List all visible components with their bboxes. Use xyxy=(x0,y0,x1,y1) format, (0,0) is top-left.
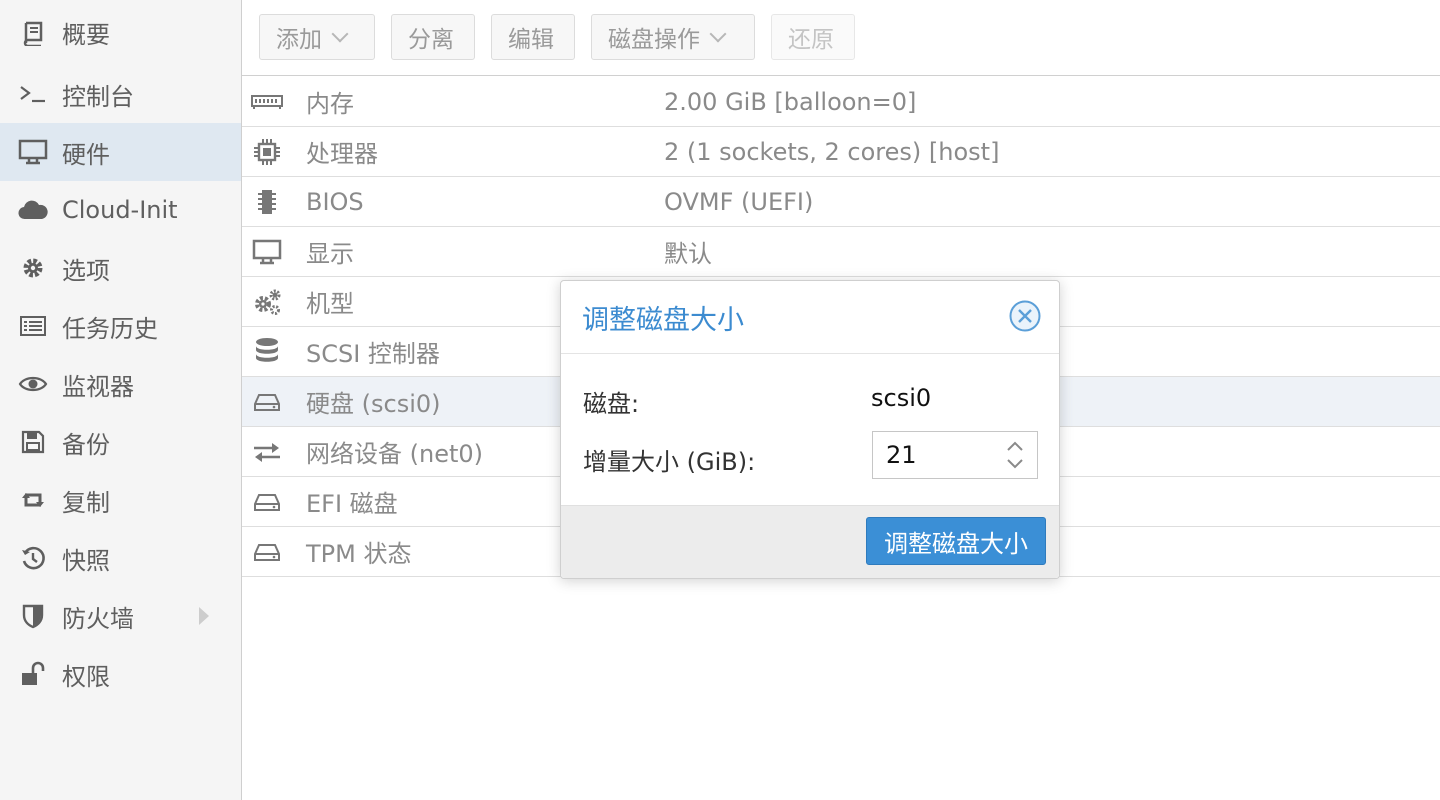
spinner-icon[interactable] xyxy=(1005,438,1025,472)
sidebar-item-summary[interactable]: 概要 xyxy=(0,0,241,65)
dialog-title: 调整磁盘大小 xyxy=(582,305,744,336)
sidebar-item-label: 权限 xyxy=(62,662,110,691)
sidebar: 概要 控制台 硬件 Cloud-Init 选项 任务历史 监视器 备份 复制 快… xyxy=(0,0,242,800)
increment-size-label: 增量大小 (GiB): xyxy=(583,448,756,476)
sidebar-item-label: 硬件 xyxy=(62,140,110,169)
sidebar-item-options[interactable]: 选项 xyxy=(0,239,241,297)
add-button-label: 添加 xyxy=(276,27,322,53)
eye-icon xyxy=(16,374,50,394)
chevron-down-icon xyxy=(331,25,349,43)
chevron-down-icon xyxy=(709,25,727,43)
hardware-value: 2.00 GiB [balloon=0] xyxy=(664,87,917,116)
increment-size-value: 21 xyxy=(886,441,917,469)
add-button[interactable]: 添加 xyxy=(259,14,375,60)
disk-value: scsi0 xyxy=(871,384,932,412)
sidebar-item-label: Cloud-Init xyxy=(62,196,178,224)
disk-action-button[interactable]: 磁盘操作 xyxy=(591,14,755,60)
hardware-value: 2 (1 sockets, 2 cores) [host] xyxy=(664,137,1000,166)
shield-icon xyxy=(16,603,50,629)
detach-button-label: 分离 xyxy=(408,27,454,53)
sidebar-item-console[interactable]: 控制台 xyxy=(0,65,241,123)
hardware-name: 显示 xyxy=(306,240,354,268)
revert-button-label: 还原 xyxy=(788,27,834,53)
exchange-icon xyxy=(250,441,284,463)
dialog-body: 磁盘: scsi0 增量大小 (GiB): 21 xyxy=(561,354,1059,508)
resize-disk-dialog: 调整磁盘大小 磁盘: scsi0 增量大小 (GiB): 21 调整磁盘大小 xyxy=(560,280,1060,579)
edit-button-label: 编辑 xyxy=(508,27,554,53)
table-row[interactable]: 显示 默认 xyxy=(242,227,1440,277)
floppy-icon xyxy=(16,430,50,454)
unlock-icon xyxy=(16,661,50,687)
toolbar: 添加 分离 编辑 磁盘操作 还原 xyxy=(242,0,1440,76)
sidebar-item-label: 防火墙 xyxy=(62,604,134,633)
sidebar-item-backup[interactable]: 备份 xyxy=(0,413,241,471)
terminal-icon xyxy=(16,84,50,104)
sidebar-item-label: 概要 xyxy=(62,21,110,49)
sidebar-item-snapshot[interactable]: 快照 xyxy=(0,529,241,587)
hardware-value: OVMF (UEFI) xyxy=(664,187,814,216)
disk-label: 磁盘: xyxy=(583,390,640,418)
retweet-icon xyxy=(16,489,50,511)
hdd-icon xyxy=(250,392,284,412)
history-icon xyxy=(16,545,50,571)
hdd-icon xyxy=(250,542,284,562)
hardware-value: 默认 xyxy=(664,240,712,268)
sidebar-item-replication[interactable]: 复制 xyxy=(0,471,241,529)
revert-button[interactable]: 还原 xyxy=(771,14,855,60)
table-row[interactable]: 内存 2.00 GiB [balloon=0] xyxy=(242,77,1440,127)
expand-arrow-icon[interactable] xyxy=(199,607,209,625)
memory-icon xyxy=(250,94,284,110)
dialog-header: 调整磁盘大小 xyxy=(561,281,1059,354)
detach-button[interactable]: 分离 xyxy=(391,14,475,60)
microchip-icon xyxy=(250,188,284,216)
close-icon[interactable] xyxy=(1009,300,1041,332)
hdd-icon xyxy=(250,492,284,512)
sidebar-item-monitor[interactable]: 监视器 xyxy=(0,355,241,413)
sidebar-item-hardware[interactable]: 硬件 xyxy=(0,123,241,181)
edit-button[interactable]: 编辑 xyxy=(491,14,575,60)
sidebar-item-label: 快照 xyxy=(62,546,110,575)
sidebar-item-firewall[interactable]: 防火墙 xyxy=(0,587,241,645)
resize-disk-button-label: 调整磁盘大小 xyxy=(884,529,1028,558)
sidebar-item-label: 备份 xyxy=(62,430,110,459)
sidebar-item-label: 监视器 xyxy=(62,372,134,401)
disk-action-button-label: 磁盘操作 xyxy=(608,27,700,53)
desktop-icon xyxy=(250,239,284,265)
sidebar-item-label: 选项 xyxy=(62,256,110,285)
gear-icon xyxy=(16,255,50,281)
list-icon xyxy=(16,315,50,337)
cogs-icon xyxy=(250,288,284,316)
cloud-icon xyxy=(16,199,50,221)
table-row[interactable]: 处理器 2 (1 sockets, 2 cores) [host] xyxy=(242,127,1440,177)
hardware-name: 内存 xyxy=(306,90,354,118)
hardware-name: 处理器 xyxy=(306,140,378,168)
hardware-name: BIOS xyxy=(306,187,364,216)
increment-size-input[interactable]: 21 xyxy=(872,431,1038,479)
database-icon xyxy=(250,337,284,367)
book-icon xyxy=(16,20,50,46)
sidebar-item-task-history[interactable]: 任务历史 xyxy=(0,297,241,355)
dialog-footer: 调整磁盘大小 xyxy=(561,505,1059,578)
sidebar-item-permissions[interactable]: 权限 xyxy=(0,645,241,703)
table-row[interactable]: BIOS OVMF (UEFI) xyxy=(242,177,1440,227)
sidebar-item-label: 控制台 xyxy=(62,82,134,111)
sidebar-item-label: 任务历史 xyxy=(62,314,158,343)
resize-disk-button[interactable]: 调整磁盘大小 xyxy=(866,517,1046,565)
sidebar-item-cloud-init[interactable]: Cloud-Init xyxy=(0,181,241,239)
sidebar-item-label: 复制 xyxy=(62,488,110,517)
cpu-icon xyxy=(250,137,284,167)
desktop-icon xyxy=(16,139,50,165)
